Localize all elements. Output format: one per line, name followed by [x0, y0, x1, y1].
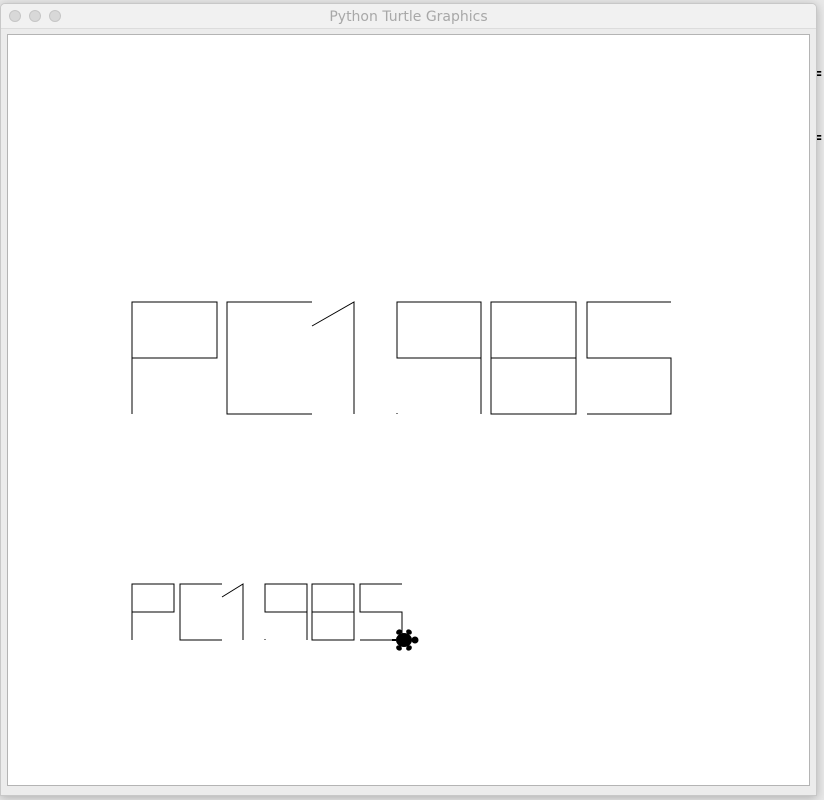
large-drawn-text — [131, 301, 672, 415]
large-letter-c — [226, 301, 312, 415]
turtle-window: Python Turtle Graphics — [0, 3, 817, 796]
large-digit-5 — [586, 301, 672, 415]
small-digit-8 — [311, 583, 355, 641]
turtle-drawing — [131, 301, 672, 651]
large-digit-9 — [396, 301, 482, 414]
turtle-cursor-icon — [392, 629, 419, 651]
small-letter-p — [131, 583, 175, 640]
large-digit-8 — [490, 301, 577, 415]
small-digit-9 — [264, 583, 308, 640]
small-letter-c — [179, 583, 222, 641]
small-digit-1 — [221, 583, 244, 640]
large-letter-p — [131, 301, 218, 414]
small-digit-5 — [359, 583, 403, 641]
small-drawn-text — [131, 583, 403, 641]
large-digit-1 — [311, 301, 355, 414]
